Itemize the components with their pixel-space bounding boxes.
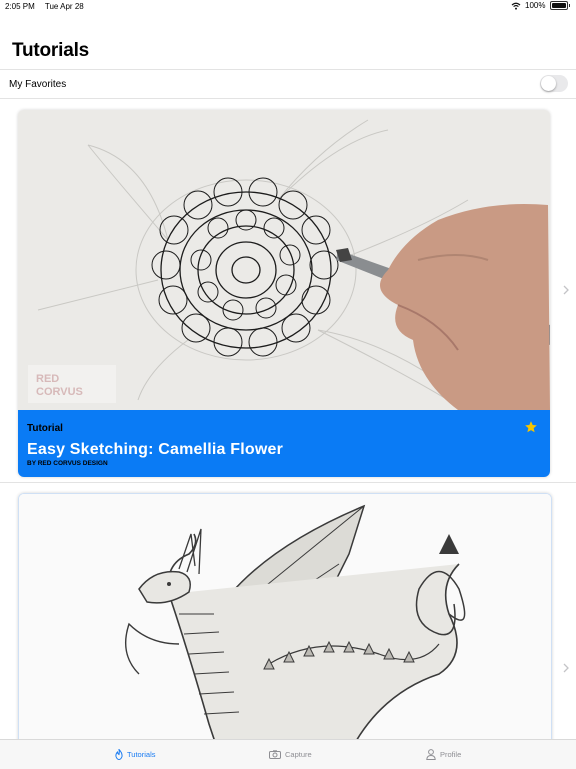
- wifi-icon: [511, 2, 521, 10]
- tutorial-card[interactable]: [18, 493, 552, 755]
- tab-bar: Tutorials Capture Profile: [0, 739, 576, 769]
- camera-icon: [269, 750, 281, 759]
- favorites-toggle[interactable]: [540, 75, 568, 92]
- watermark-text: RED: [36, 373, 59, 385]
- flame-icon: [115, 749, 123, 760]
- tutorial-banner: Tutorial Easy Sketching: Camellia Flower…: [18, 410, 550, 477]
- page-title: Tutorials: [12, 40, 90, 61]
- tab-label: Profile: [440, 750, 462, 759]
- chevron-right-icon[interactable]: [562, 284, 570, 296]
- status-date: Tue Apr 28: [44, 2, 84, 11]
- status-bar: 2:05 PM Tue Apr 28 100%: [0, 0, 576, 14]
- tutorial-title: Easy Sketching: Camellia Flower: [27, 441, 284, 458]
- tab-label: Capture: [285, 750, 312, 759]
- tab-profile[interactable]: Profile: [426, 740, 461, 769]
- battery-icon: [549, 1, 568, 10]
- star-icon[interactable]: [524, 420, 538, 434]
- favorites-row: My Favorites: [0, 70, 576, 98]
- favorites-label: My Favorites: [9, 79, 67, 90]
- tutorial-author: BY RED CORVUS DESIGN: [27, 460, 108, 467]
- tutorial-thumbnail: RED CORVUS: [18, 110, 550, 410]
- divider: [0, 98, 576, 99]
- divider: [0, 482, 576, 483]
- tab-tutorials[interactable]: Tutorials: [115, 740, 155, 769]
- chevron-right-icon[interactable]: [562, 662, 570, 674]
- tab-label: Tutorials: [127, 750, 156, 759]
- tutorial-thumbnail: [19, 494, 551, 754]
- tutorial-card[interactable]: RED CORVUS Tutorial Easy Sketching: Came…: [18, 110, 550, 477]
- dragon-sketch-image: [19, 494, 551, 754]
- tutorial-type-label: Tutorial: [27, 423, 63, 434]
- battery-percent: 100%: [525, 1, 546, 10]
- person-icon: [426, 749, 436, 760]
- toggle-knob: [541, 76, 556, 91]
- camellia-sketch-image: RED CORVUS: [18, 110, 550, 410]
- svg-text:CORVUS: CORVUS: [36, 386, 83, 398]
- tab-capture[interactable]: Capture: [269, 740, 312, 769]
- status-time: 2:05 PM: [5, 2, 35, 11]
